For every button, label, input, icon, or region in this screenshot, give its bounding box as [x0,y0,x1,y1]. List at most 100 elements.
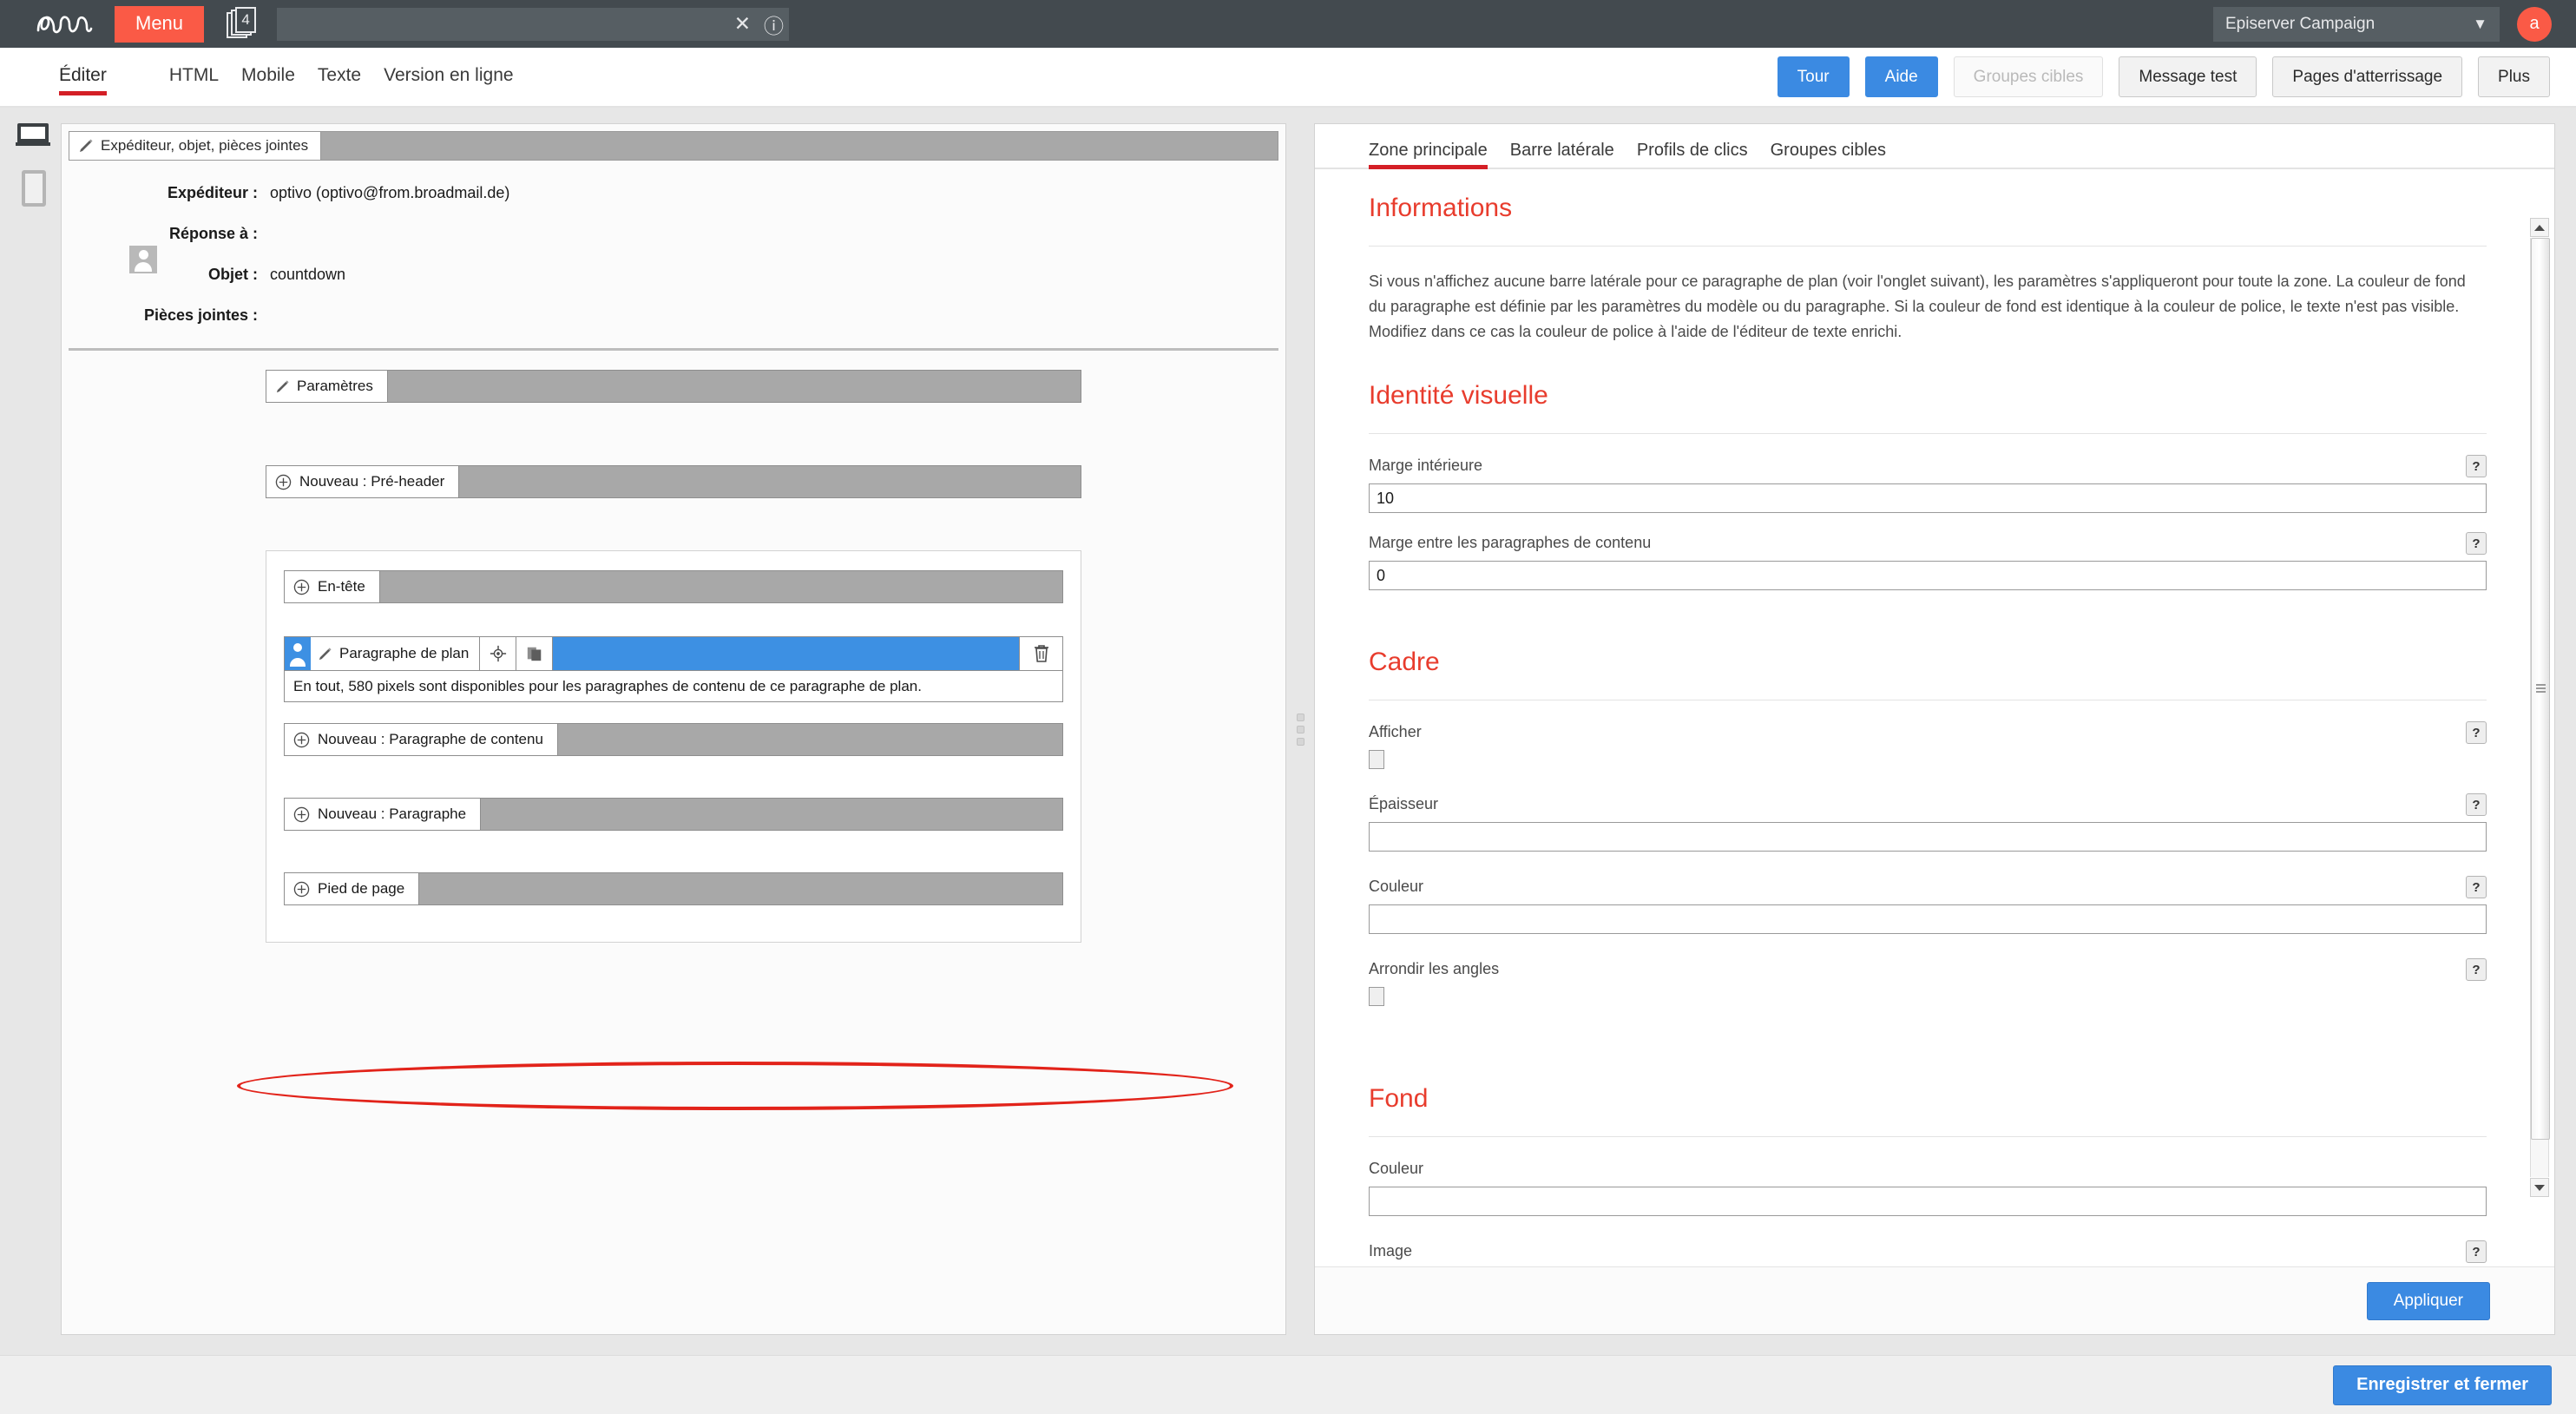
block-pied-de-page-tab[interactable]: Pied de page [285,873,420,904]
block-entete[interactable]: En-tête [284,570,1063,603]
field-cadre-epaisseur: Épaisseur ? [1369,793,2487,852]
field-reponse-a: Réponse à : [62,214,1285,254]
menu-button[interactable]: Menu [115,5,205,43]
tab-texte[interactable]: Texte [318,65,361,89]
avatar[interactable]: a [2517,6,2552,42]
sender-avatar [129,246,157,273]
tab-version-en-ligne[interactable]: Version en ligne [384,65,513,89]
tab-zone-principale[interactable]: Zone principale [1369,141,1488,169]
properties-scrollbar[interactable] [2530,218,2550,1197]
target-icon[interactable] [480,637,517,670]
panel-splitter[interactable] [1293,123,1307,1335]
tab-groupes-cibles[interactable]: Groupes cibles [1771,141,1886,168]
field-expediteur-label: Expéditeur : [167,184,258,201]
sender-block-label: Expéditeur, objet, pièces jointes [101,137,309,154]
tablet-icon[interactable] [22,170,46,207]
help-icon[interactable]: ? [2466,455,2487,478]
message-test-button[interactable]: Message test [2119,56,2257,97]
section-body-informations: Si vous n'affichez aucune barre latérale… [1369,247,2487,357]
tab-barre-laterale[interactable]: Barre latérale [1510,141,1614,168]
cadre-afficher-checkbox[interactable] [1369,750,1384,770]
field-marge-entre-paragraphes: Marge entre les paragraphes de contenu ? [1369,532,2487,591]
block-preheader[interactable]: Nouveau : Pré-header [266,465,1081,498]
enregistrer-et-fermer-button[interactable]: Enregistrer et fermer [2333,1365,2552,1405]
document-count: 4 [235,6,257,33]
bottom-bar: Enregistrer et fermer [0,1355,2576,1414]
chevron-down-icon: ▼ [2473,15,2487,32]
annotation-ellipse [237,1062,1233,1110]
properties-tabs: Zone principale Barre latérale Profils d… [1315,124,2554,169]
block-nouveau-contenu-tab[interactable]: Nouveau : Paragraphe de contenu [285,724,558,755]
documents-icon[interactable]: 4 [227,6,258,42]
block-parametres-tab[interactable]: Paramètres [266,371,388,402]
help-icon[interactable]: ? [2466,1240,2487,1264]
field-fond-couleur-label: Couleur [1369,1160,1424,1178]
groupes-cibles-button: Groupes cibles [1953,56,2104,97]
block-preheader-label: Nouveau : Pré-header [299,473,445,490]
block-preheader-tab[interactable]: Nouveau : Pré-header [266,466,460,497]
cadre-epaisseur-input[interactable] [1369,822,2487,852]
question-circle-icon[interactable]: ⓘ [764,10,784,39]
device-preview-rail [0,108,61,1355]
epi-logo[interactable] [33,10,95,39]
plus-circle-icon [293,579,310,595]
aide-button[interactable]: Aide [1864,56,1938,97]
tab-editer[interactable]: Éditer [59,65,107,95]
help-icon[interactable]: ? [2466,793,2487,817]
scrollbar-track[interactable] [2530,238,2550,1177]
fond-couleur-input[interactable] [1369,1187,2487,1217]
editor-toolbar: Éditer HTML Mobile Texte Version en lign… [0,48,2576,108]
toolbar-actions: Tour Aide Groupes cibles Message test Pa… [1777,56,2550,97]
structure-tree: Paramètres Nouveau : Pré-header En-tête … [62,351,1285,1110]
properties-content: Informations Si vous n'affichez aucune b… [1315,169,2554,1266]
field-expediteur: Expéditeur : optivo (optivo@from.broadma… [62,173,1285,214]
tour-button[interactable]: Tour [1777,56,1850,97]
tab-profils-de-clics[interactable]: Profils de clics [1637,141,1748,168]
scroll-up-icon[interactable] [2530,218,2549,237]
scroll-down-icon[interactable] [2530,1178,2549,1197]
help-icon[interactable]: ? [2466,876,2487,899]
section-title-cadre: Cadre [1369,623,2487,701]
block-nouveau-paragraphe-tab[interactable]: Nouveau : Paragraphe [285,799,482,830]
block-nouveau-paragraphe[interactable]: Nouveau : Paragraphe [284,798,1063,831]
client-selector[interactable]: Episerver Campaign ▼ [2213,6,2500,42]
laptop-icon[interactable] [16,123,52,149]
help-icon[interactable]: ? [2466,958,2487,982]
block-nouveau-paragraphe-de-contenu[interactable]: Nouveau : Paragraphe de contenu [284,723,1063,756]
field-cadre-epaisseur-label: Épaisseur [1369,795,1439,813]
close-icon[interactable]: ✕ [734,12,751,36]
section-body-identite-visuelle: Marge intérieure ? Marge entre les parag… [1369,434,2487,623]
plan-row-fill [553,637,1019,670]
field-marge-interieure-label: Marge intérieure [1369,457,1483,475]
cadre-couleur-input[interactable] [1369,904,2487,935]
section-body-cadre: Afficher ? Épaisseur ? Couleur ? Arrondi… [1369,700,2487,1039]
marge-entre-paragraphes-input[interactable] [1369,561,2487,591]
marge-interieure-input[interactable] [1369,483,2487,514]
tab-html[interactable]: HTML [169,65,219,89]
appliquer-button[interactable]: Appliquer [2366,1281,2490,1320]
copy-icon[interactable] [516,637,554,670]
pages-atterrissage-button[interactable]: Pages d'atterrissage [2272,56,2463,97]
scrollbar-thumb[interactable] [2531,238,2550,1140]
block-paragraphe-de-plan[interactable]: Paragraphe de plan [285,637,1062,670]
help-icon[interactable]: ? [2466,532,2487,556]
plus-circle-icon [275,474,292,490]
block-nouveau-contenu-label: Nouveau : Paragraphe de contenu [318,731,543,747]
tab-mobile[interactable]: Mobile [241,65,295,89]
field-fond-image: Image ? [1369,1240,2487,1264]
work-area: Expéditeur, objet, pièces jointes Expédi… [0,108,2576,1355]
person-icon [285,637,311,670]
plan-paragraph-tab[interactable]: Paragraphe de plan [311,637,481,670]
help-icon[interactable]: ? [2466,721,2487,745]
plus-button[interactable]: Plus [2478,56,2550,97]
cadre-arrondir-checkbox[interactable] [1369,987,1384,1007]
brush-icon [275,379,290,394]
mailing-body-group: En-tête Paragraphe de plan En tout, 580 … [266,550,1081,943]
block-pied-de-page[interactable]: Pied de page [284,872,1063,905]
block-entete-label: En-tête [318,578,365,595]
trash-icon[interactable] [1019,637,1062,670]
sender-block-tab[interactable]: Expéditeur, objet, pièces jointes [69,132,322,160]
search-bar[interactable]: ✕ ⓘ [277,7,790,41]
block-entete-tab[interactable]: En-tête [285,571,380,602]
block-parametres[interactable]: Paramètres [266,370,1081,403]
